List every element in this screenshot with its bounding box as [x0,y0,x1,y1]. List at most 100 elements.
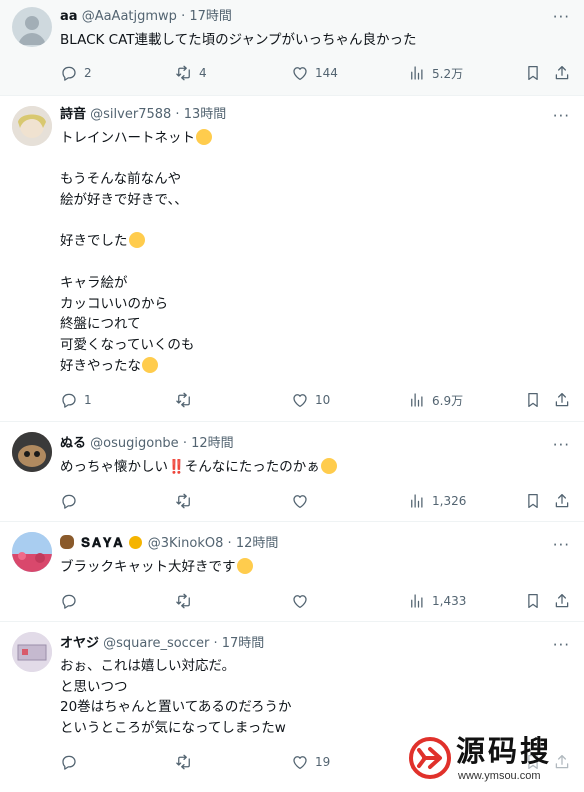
reply-button[interactable]: 2 [60,61,92,85]
views-button[interactable]: 1,326 [408,489,466,513]
tweet-header: ぬる @osugigonbe · 12時間 [60,435,234,453]
bookmark-icon [524,64,542,82]
avatar[interactable] [12,532,52,572]
more-icon[interactable]: ··· [553,537,570,553]
view-count: 1,433 [432,594,467,608]
like-button[interactable]: 10 [291,388,330,412]
share-icon [553,492,571,510]
watermark-title: 源码搜 [456,734,553,768]
timestamp[interactable]: 13時間 [184,107,227,122]
text-line: 好きやったな [60,356,560,377]
bookmark-icon [524,492,542,510]
tweet-text: めっちゃ懐かしい‼️そんなにたったのかぁ [60,457,560,478]
user-handle[interactable]: @silver7588 [90,107,171,122]
flower-emoji-icon [128,536,142,549]
user-handle[interactable]: @square_soccer [103,636,209,651]
display-name[interactable]: ぬる [60,436,86,451]
tweet[interactable]: aa @AaAatjgmwp · 17時間 ··· BLACK CAT連載してた… [0,0,584,96]
views-button[interactable]: 6.9万 [408,388,463,412]
reply-button[interactable] [60,750,84,774]
like-button[interactable]: 144 [291,61,338,85]
bookmark-icon [524,592,542,610]
reply-icon [60,592,78,610]
like-icon [291,391,309,409]
tweet[interactable]: ぬる @osugigonbe · 12時間 ··· めっちゃ懐かしい‼️そんなに… [0,422,584,522]
tweet-header: 詩音 @silver7588 · 13時間 [60,106,226,124]
reply-icon [60,64,78,82]
text-line [60,149,560,170]
share-icon [553,64,571,82]
display-name[interactable]: 𝐒𝐀𝐘𝐀 [81,536,124,551]
timestamp[interactable]: 12時間 [236,536,279,551]
tweet-header: 𝐒𝐀𝐘𝐀 @3KinokO8 · 12時間 [60,535,278,553]
views-button[interactable]: 5.2万 [408,61,463,85]
avatar[interactable] [12,106,52,146]
retweet-button[interactable]: 4 [175,61,207,85]
timestamp[interactable]: 12時間 [191,436,234,451]
more-icon[interactable]: ··· [553,637,570,653]
retweet-button[interactable] [175,750,199,774]
tweet-text: ブラックキャット大好きです [60,557,560,578]
avatar[interactable] [12,432,52,472]
thinking-face-emoji-icon [142,356,158,373]
timestamp[interactable]: 17時間 [189,9,232,24]
tweet[interactable]: 詩音 @silver7588 · 13時間 ··· トレインハートネット もうそ… [0,96,584,422]
display-name[interactable]: aa [60,9,78,24]
reply-button[interactable] [60,589,84,613]
retweet-icon [175,64,193,82]
avatar-image [12,532,52,572]
text-line: カッコいいのから [60,295,168,312]
share-button[interactable] [553,489,571,513]
like-button[interactable] [291,589,315,613]
view-count: 1,326 [432,494,467,508]
share-button[interactable] [553,61,571,85]
heart-eyes-emoji-icon [236,558,253,574]
avatar[interactable] [12,632,52,672]
like-count: 10 [315,393,331,407]
display-name[interactable]: 詩音 [60,107,86,122]
reply-icon [60,492,78,510]
like-icon [291,592,309,610]
bookmark-button[interactable] [524,589,542,613]
bookmark-button[interactable] [524,61,542,85]
text-line: 可愛くなっていくのも [60,336,195,353]
user-handle[interactable]: @osugigonbe [90,436,179,451]
retweet-button[interactable] [175,388,199,412]
share-button[interactable] [553,388,571,412]
user-handle[interactable]: @AaAatjgmwp [82,9,177,24]
views-button[interactable]: 1,433 [408,589,466,613]
more-icon[interactable]: ··· [553,9,570,25]
text-line: 好きでした [60,231,560,252]
reply-count: 2 [84,66,92,80]
tweet[interactable]: 𝐒𝐀𝐘𝐀 @3KinokO8 · 12時間 ··· ブラックキャット大好きです … [0,522,584,622]
bookmark-button[interactable] [524,489,542,513]
bookmark-button[interactable] [524,388,542,412]
retweet-button[interactable] [175,589,199,613]
display-name[interactable]: オヤジ [60,636,99,651]
user-handle[interactable]: @3KinokO8 [148,536,224,551]
retweet-button[interactable] [175,489,199,513]
avatar[interactable] [12,7,52,47]
like-button[interactable]: 19 [291,750,330,774]
avatar-image [12,632,52,672]
reply-button[interactable]: 1 [60,388,92,412]
timestamp[interactable]: 17時間 [222,636,265,651]
tweet-text: おぉ、これは嬉しい対応だ。 と思いつつ 20巻はちゃんと置いてあるのだろうか と… [60,658,292,737]
default-avatar-icon [18,16,46,45]
rofl-emoji-icon [320,458,337,474]
text-line: 終盤につれて [60,316,141,333]
share-button[interactable] [553,589,571,613]
retweet-icon [175,492,193,510]
like-button[interactable] [291,489,315,513]
text-line: キャラ絵が [60,274,128,291]
tweet-header: aa @AaAatjgmwp · 17時間 [60,8,232,26]
more-icon[interactable]: ··· [553,108,570,124]
text-line: 絵が好きで好きで、、 [60,192,188,209]
like-count: 19 [315,755,331,769]
reply-button[interactable] [60,489,84,513]
watermark-url: www.ymsou.com [458,770,541,782]
tweet-actions: 1,326 [60,489,572,513]
more-icon[interactable]: ··· [553,437,570,453]
tweet-actions: 2 4 144 5.2万 [60,61,572,85]
reply-icon [60,753,78,771]
